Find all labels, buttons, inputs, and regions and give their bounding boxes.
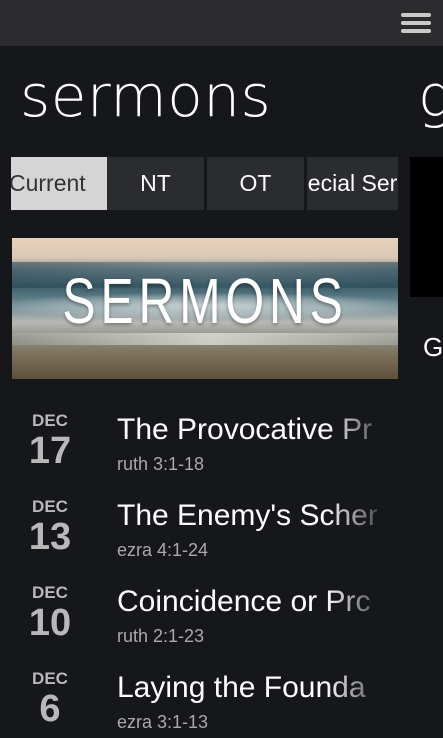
date-month: DEC — [32, 583, 68, 602]
tab-special-series[interactable]: pecial Ser — [307, 157, 398, 210]
date-month: DEC — [32, 669, 68, 688]
next-pivot-heading: G — [423, 332, 443, 362]
tab-ot[interactable]: OT — [207, 157, 304, 210]
tab-label: NT — [140, 170, 171, 196]
scripture-reference: ezra 4:1-24 — [117, 540, 209, 560]
scripture-reference: ezra 3:1-13 — [117, 712, 209, 732]
app-bar — [0, 0, 443, 46]
tab-current[interactable]: Current — [11, 157, 108, 210]
sermon-item[interactable]: DEC 13 The Enemy's Schen ezra 4:1-24 — [0, 489, 443, 575]
date-month: DEC — [32, 411, 68, 430]
sermon-title: The Enemy's Schen — [117, 499, 377, 532]
menu-line — [401, 21, 431, 25]
scripture-reference: ruth 3:1-18 — [117, 454, 205, 474]
next-pivot-title[interactable]: g — [418, 58, 443, 134]
tab-label: pecial Ser — [307, 170, 398, 196]
date-day: 13 — [28, 516, 72, 558]
category-tabs: Current NT OT pecial Ser — [11, 157, 398, 210]
date-day: 6 — [39, 688, 61, 730]
next-pivot-image[interactable] — [410, 157, 443, 297]
date-day: 10 — [28, 602, 72, 644]
date-day: 17 — [28, 430, 72, 472]
sermons-banner-image: SERMONS — [12, 238, 398, 379]
tab-label: Current — [11, 170, 86, 196]
sermon-title: Coincidence or Prc — [117, 585, 371, 618]
sermon-list: DEC 17 The Provocative Pr ruth 3:1-18 DE… — [0, 403, 443, 738]
date-month: DEC — [32, 497, 68, 516]
scripture-reference: ruth 2:1-23 — [117, 626, 205, 646]
menu-line — [401, 29, 431, 33]
menu-line — [401, 13, 431, 17]
sermon-title: Laying the Founda — [117, 671, 366, 704]
page-title: sermons — [20, 62, 272, 130]
sermon-item[interactable]: DEC 6 Laying the Founda ezra 3:1-13 — [0, 661, 443, 738]
tab-nt[interactable]: NT — [107, 157, 204, 210]
hamburger-menu-icon[interactable] — [401, 12, 431, 34]
tab-label: OT — [239, 170, 272, 196]
sermon-title: The Provocative Pr — [117, 413, 373, 446]
sermon-item[interactable]: DEC 10 Coincidence or Prc ruth 2:1-23 — [0, 575, 443, 661]
sermon-item[interactable]: DEC 17 The Provocative Pr ruth 3:1-18 — [0, 403, 443, 489]
banner-title: SERMONS — [62, 265, 348, 337]
